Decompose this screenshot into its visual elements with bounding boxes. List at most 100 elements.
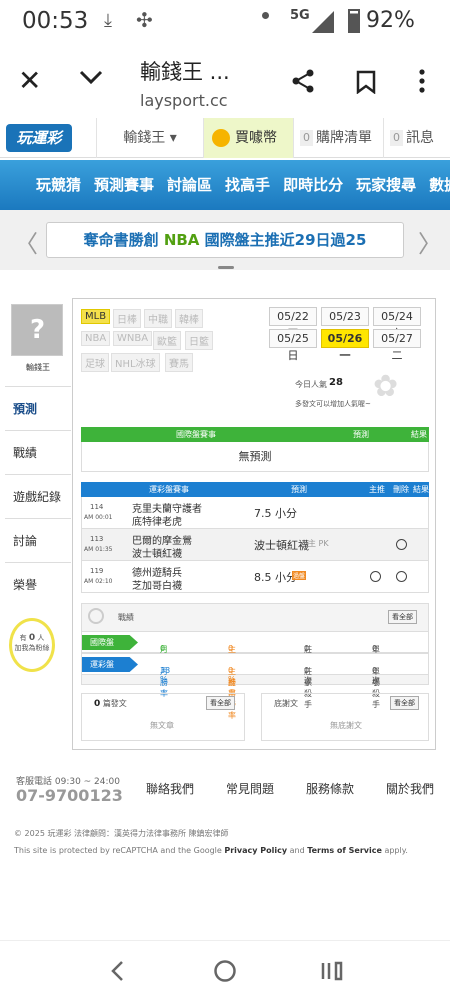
coin-icon bbox=[212, 129, 230, 147]
sport-tag-soccer[interactable]: 足球 bbox=[81, 353, 109, 372]
table-row: 114 AM 00:01 克里夫蘭守護者 底特律老虎 7.5 小分 bbox=[81, 497, 429, 529]
promo-highlight: NBA bbox=[163, 231, 200, 249]
promo-banner: 〈 奪命書勝創 NBA 國際盤主推近29日過25 〉 bbox=[0, 210, 450, 270]
footer-link-contact[interactable]: 聯絡我們 bbox=[146, 780, 194, 797]
avatar bbox=[11, 304, 63, 356]
over-badge: 過盤 bbox=[292, 571, 307, 580]
buy-coins-button[interactable]: 買噱幣 bbox=[204, 118, 294, 158]
promo-link[interactable]: 奪命書勝創 NBA 國際盤主推近29日過25 bbox=[46, 222, 404, 258]
nav-item-play[interactable]: 玩競猜 bbox=[36, 176, 81, 194]
user-menu[interactable]: 輸錢王 ▾ bbox=[96, 118, 204, 158]
signal-icon bbox=[312, 11, 334, 33]
sport-tag-mlb[interactable]: MLB bbox=[81, 309, 111, 324]
battery-icon bbox=[348, 9, 360, 33]
terms-link[interactable]: Terms of Service bbox=[307, 846, 382, 855]
sport-tag-horse[interactable]: 賽馬 bbox=[165, 353, 193, 372]
nav-item-predict[interactable]: 預測賽事 bbox=[94, 176, 154, 194]
footer-link-terms[interactable]: 服務條款 bbox=[306, 780, 354, 797]
date-0527[interactable]: 05/27 二 bbox=[373, 329, 421, 362]
fan-icon: ✣ bbox=[136, 8, 153, 32]
lottery-table-header: 運彩盤賽事 預測 主推 刪除 結果 bbox=[81, 482, 429, 497]
messages-label: 訊息 bbox=[406, 130, 434, 146]
footer-link-about[interactable]: 關於我們 bbox=[386, 780, 434, 797]
sport-tag-euro-basketball[interactable]: 歐籃 bbox=[153, 331, 181, 350]
promo-suffix: 國際盤主推近29日過25 bbox=[199, 231, 367, 249]
browser-toolbar: ✕ 輸錢王 ... laysport.cc bbox=[0, 44, 450, 118]
sport-tag-nhl[interactable]: NHL冰球 bbox=[111, 353, 160, 372]
sport-tag-npb[interactable]: 日棒 bbox=[113, 309, 141, 328]
profile-tab-discuss[interactable]: 討論 bbox=[5, 518, 71, 562]
service-phone[interactable]: 07-9700123 bbox=[16, 786, 123, 805]
buy-coins-label: 買噱幣 bbox=[235, 130, 277, 146]
delete-radio[interactable] bbox=[396, 539, 407, 550]
back-icon[interactable] bbox=[108, 959, 128, 983]
recents-icon[interactable] bbox=[320, 959, 344, 983]
sport-tag-nba[interactable]: NBA bbox=[81, 331, 111, 346]
table-row: 113 AM 01:35 巴爾的摩金鶯 波士頓紅襪 波士頓紅襪 主 PK bbox=[81, 529, 429, 561]
date-0525[interactable]: 05/25 日 bbox=[269, 329, 317, 362]
nav-item-data[interactable]: 數據 bbox=[429, 176, 450, 194]
battery-percent: 92% bbox=[366, 8, 415, 33]
footer-link-faq[interactable]: 常見問題 bbox=[226, 780, 274, 797]
fans-count-line: 有 0 人 bbox=[19, 633, 45, 643]
nav-item-experts[interactable]: 找高手 bbox=[225, 176, 270, 194]
nav-item-forum[interactable]: 討論區 bbox=[167, 176, 212, 194]
record-more-button[interactable]: 看全部 bbox=[388, 610, 417, 624]
sport-tag-kbo[interactable]: 韓棒 bbox=[175, 309, 203, 328]
bookmark-icon[interactable] bbox=[355, 70, 377, 94]
close-icon[interactable]: ✕ bbox=[18, 64, 41, 97]
date-0523[interactable]: 05/23 五 bbox=[321, 307, 369, 340]
intl-table-header: 國際盤賽事 預測 結果 bbox=[81, 427, 429, 442]
pick: 波士頓紅襪 bbox=[254, 539, 309, 552]
page-url[interactable]: laysport.cc bbox=[140, 91, 228, 110]
msg-count: 0 bbox=[390, 130, 403, 146]
promo-prefix: 奪命書勝創 bbox=[83, 231, 164, 249]
chevron-down-icon[interactable] bbox=[78, 64, 104, 90]
pick: 7.5 小分 bbox=[254, 507, 297, 520]
home-icon[interactable] bbox=[213, 959, 237, 983]
nav-item-search[interactable]: 玩家搜尋 bbox=[356, 176, 416, 194]
profile-tab-record[interactable]: 戰績 bbox=[5, 430, 71, 474]
messages-button[interactable]: 0 訊息 bbox=[384, 118, 450, 158]
profile-sidebar: 輸錢王 預測 戰績 遊戲紀錄 討論 榮譽 有 0 人 加我為粉絲 bbox=[5, 298, 71, 698]
date-0524[interactable]: 05/24 六 bbox=[373, 307, 421, 340]
profile-tab-game-log[interactable]: 遊戲紀錄 bbox=[5, 474, 71, 518]
profile-tab-honor[interactable]: 榮譽 bbox=[5, 562, 71, 606]
main-pick-radio[interactable] bbox=[370, 571, 381, 582]
record-row-intl: 國際盤 月勝率 0 % 主推月勝率 0 % 莊家殺手 0 次 單場殺手 0 次 bbox=[81, 631, 429, 698]
fans-badge[interactable]: 有 0 人 加我為粉絲 bbox=[9, 618, 55, 672]
site-header: 玩運彩 輸錢王 ▾ 買噱幣 0 購牌清單 0 訊息 bbox=[0, 118, 450, 158]
target-icon bbox=[88, 608, 104, 624]
more-menu-icon[interactable] bbox=[418, 68, 426, 94]
posts-empty: 無文章 bbox=[150, 721, 174, 730]
status-bar: 00:53 ⤓ ✣ 5G 92% bbox=[0, 0, 450, 44]
pick: 8.5 小分 bbox=[254, 571, 297, 584]
popularity-value: 28 bbox=[329, 377, 343, 388]
download-icon: ⤓ bbox=[104, 10, 112, 31]
delete-radio[interactable] bbox=[396, 571, 407, 582]
popularity-label: 今日人氣 bbox=[295, 380, 327, 389]
cart-button[interactable]: 0 購牌清單 bbox=[294, 118, 384, 158]
posts-more-button[interactable]: 看全部 bbox=[206, 696, 235, 710]
date-0522[interactable]: 05/22 四 bbox=[269, 307, 317, 340]
prediction-panel: MLB 日棒 中職 韓棒 NBA WNBA 歐籃 日籃 足球 NHL冰球 賽馬 … bbox=[72, 298, 436, 750]
replies-empty: 無底謝文 bbox=[330, 721, 362, 730]
sport-tag-cpbl[interactable]: 中職 bbox=[144, 309, 172, 328]
privacy-link[interactable]: Privacy Policy bbox=[224, 846, 287, 855]
share-icon[interactable] bbox=[290, 68, 316, 94]
nav-item-livescore[interactable]: 即時比分 bbox=[283, 176, 343, 194]
status-time: 00:53 bbox=[22, 8, 89, 34]
notification-dot-icon bbox=[262, 12, 269, 19]
popularity-hint: 多發文可以增加人氣喔~ bbox=[295, 400, 371, 408]
sport-tag-wnba[interactable]: WNBA bbox=[113, 331, 153, 346]
fans-label: 加我為粉絲 bbox=[14, 644, 50, 652]
profile-tab-predict[interactable]: 預測 bbox=[5, 386, 71, 430]
date-0526[interactable]: 05/26 一 bbox=[321, 329, 369, 362]
cart-count: 0 bbox=[300, 130, 313, 146]
chevron-right-icon[interactable]: 〉 bbox=[418, 224, 442, 259]
replies-more-button[interactable]: 看全部 bbox=[390, 696, 419, 710]
site-logo[interactable]: 玩運彩 bbox=[6, 124, 72, 152]
chevron-left-icon[interactable]: 〈 bbox=[14, 224, 38, 259]
recaptcha-notice: This site is protected by reCAPTCHA and … bbox=[14, 846, 408, 855]
sport-tag-japan-basketball[interactable]: 日籃 bbox=[185, 331, 213, 350]
